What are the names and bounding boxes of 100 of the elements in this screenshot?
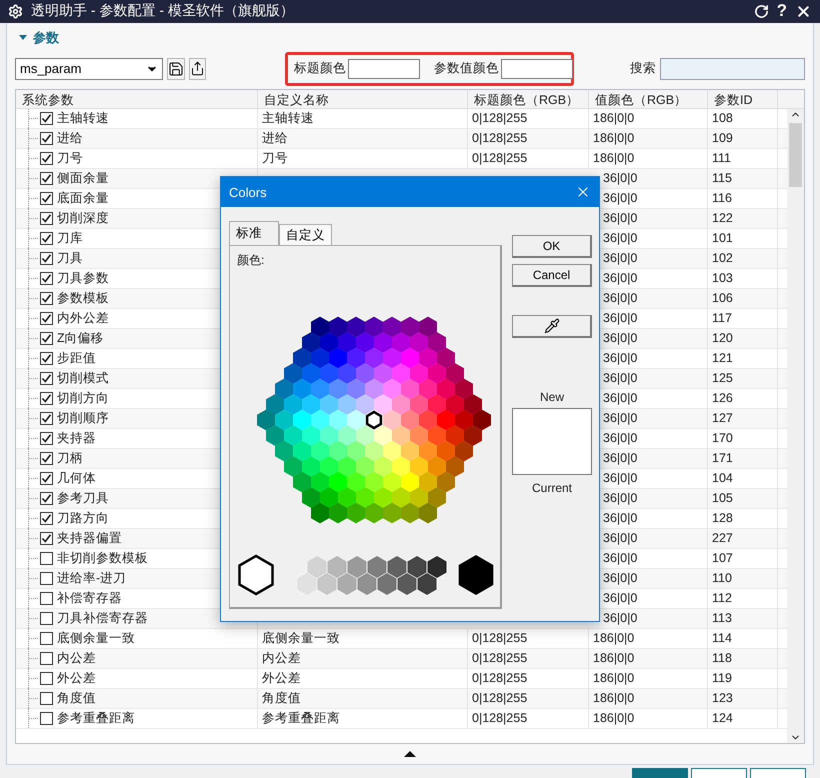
parameter-name: 刀号 bbox=[57, 150, 83, 166]
parameter-name: Z向偏移 bbox=[57, 330, 104, 346]
help-button[interactable]: ? bbox=[776, 1, 787, 22]
dialog-tab[interactable]: 自定义 bbox=[279, 224, 332, 245]
dialog-tab[interactable]: 标准 bbox=[229, 221, 279, 245]
parameter-name: 切削模式 bbox=[57, 370, 109, 386]
checkbox[interactable] bbox=[40, 512, 53, 524]
table-cell: 126 bbox=[712, 391, 733, 405]
table-cell: 115 bbox=[712, 171, 732, 185]
table-cell: 36|0|0 bbox=[603, 471, 638, 485]
checkbox[interactable] bbox=[40, 272, 53, 284]
checkbox[interactable] bbox=[40, 592, 53, 604]
checkbox[interactable] bbox=[40, 712, 53, 724]
footer-button[interactable] bbox=[691, 768, 747, 778]
checkbox[interactable] bbox=[40, 412, 53, 424]
table-cell: 36|0|0 bbox=[603, 351, 638, 365]
field-label: 标题颜色 bbox=[294, 60, 346, 77]
table-cell: 36|0|0 bbox=[603, 531, 638, 545]
input-field[interactable] bbox=[501, 58, 573, 78]
checkbox[interactable] bbox=[40, 232, 53, 244]
table-cell: 36|0|0 bbox=[603, 211, 638, 225]
template-dropdown[interactable]: ms_param bbox=[15, 58, 163, 80]
checkbox[interactable] bbox=[40, 672, 53, 684]
scrollbar-thumb[interactable] bbox=[789, 122, 802, 186]
parameter-name: 参考刀具 bbox=[57, 490, 109, 506]
parameter-name: 角度值 bbox=[57, 690, 96, 706]
checkbox[interactable] bbox=[40, 632, 53, 644]
table-cell: 186|0|0 bbox=[593, 131, 634, 145]
checkbox[interactable] bbox=[40, 252, 53, 264]
table-cell: 36|0|0 bbox=[603, 451, 638, 465]
column-header[interactable]: 参数ID bbox=[708, 90, 778, 108]
parameter-name: 参数模板 bbox=[57, 290, 109, 306]
checkbox[interactable] bbox=[40, 372, 53, 384]
parameter-name: 内外公差 bbox=[57, 310, 109, 326]
table-cell: 0|128|255 bbox=[472, 631, 528, 645]
parameter-name: 几何体 bbox=[57, 470, 96, 486]
parameter-name: 切削深度 bbox=[57, 210, 109, 226]
dialog-button[interactable]: Cancel bbox=[512, 264, 592, 287]
checkbox[interactable] bbox=[40, 392, 53, 404]
table-cell: 186|0|0 bbox=[593, 631, 634, 645]
table-cell: 0|128|255 bbox=[472, 711, 528, 725]
column-header[interactable]: 自定义名称 bbox=[258, 90, 468, 108]
parameter-name: 参考重叠距离 bbox=[57, 710, 135, 726]
export-button[interactable] bbox=[188, 58, 206, 80]
checkbox[interactable] bbox=[40, 112, 53, 124]
table-cell: 外公差 bbox=[262, 670, 301, 686]
checkbox[interactable] bbox=[40, 192, 53, 204]
column-header[interactable]: 值颜色（RGB） bbox=[589, 90, 708, 108]
parameter-name: 外公差 bbox=[57, 670, 96, 686]
checkbox[interactable] bbox=[40, 572, 53, 584]
scrollbar[interactable] bbox=[787, 108, 804, 742]
footer-button[interactable] bbox=[750, 768, 806, 778]
search-label: 搜索 bbox=[630, 60, 656, 77]
eyedropper-button[interactable] bbox=[512, 315, 592, 338]
checkbox[interactable] bbox=[40, 212, 53, 224]
checkbox[interactable] bbox=[40, 132, 53, 144]
save-button[interactable] bbox=[166, 58, 185, 80]
table-cell: 36|0|0 bbox=[603, 231, 638, 245]
checkbox[interactable] bbox=[40, 352, 53, 364]
checkbox[interactable] bbox=[40, 692, 53, 704]
table-cell: 112 bbox=[712, 591, 732, 605]
checkbox[interactable] bbox=[40, 312, 53, 324]
table-cell: 103 bbox=[712, 271, 733, 285]
table-cell: 36|0|0 bbox=[603, 251, 638, 265]
column-header[interactable]: 标题颜色（RGB） bbox=[468, 90, 589, 108]
table-cell: 123 bbox=[712, 691, 733, 705]
settings-icon[interactable] bbox=[8, 4, 23, 19]
eyedropper-icon bbox=[544, 318, 560, 334]
new-label: New bbox=[540, 390, 564, 404]
refresh-button[interactable] bbox=[754, 4, 769, 19]
table-cell: 186|0|0 bbox=[593, 651, 634, 665]
column-header[interactable]: 系统参数 bbox=[16, 90, 258, 108]
table-cell: 170 bbox=[712, 431, 733, 445]
checkbox[interactable] bbox=[40, 332, 53, 344]
checkbox[interactable] bbox=[40, 612, 53, 624]
checkbox[interactable] bbox=[40, 552, 53, 564]
table-cell: 108 bbox=[712, 111, 733, 125]
checkbox[interactable] bbox=[40, 152, 53, 164]
search-field[interactable] bbox=[660, 58, 805, 80]
input-field[interactable] bbox=[348, 58, 420, 78]
checkbox[interactable] bbox=[40, 452, 53, 464]
checkbox[interactable] bbox=[40, 472, 53, 484]
table-cell: 128 bbox=[712, 511, 733, 525]
checkbox[interactable] bbox=[40, 652, 53, 664]
parameter-name: 内公差 bbox=[57, 650, 96, 666]
table-cell: 121 bbox=[712, 351, 733, 365]
parameter-name: 主轴转速 bbox=[57, 110, 109, 126]
parameter-name: 刀柄 bbox=[57, 450, 83, 466]
collapse-arrow-icon[interactable] bbox=[404, 750, 416, 756]
checkbox[interactable] bbox=[40, 532, 53, 544]
section-header[interactable]: 参数 bbox=[15, 26, 805, 48]
checkbox[interactable] bbox=[40, 492, 53, 504]
checkbox[interactable] bbox=[40, 172, 53, 184]
parameter-name: 夹持器偏置 bbox=[57, 530, 122, 546]
table-cell: 36|0|0 bbox=[603, 371, 638, 385]
checkbox[interactable] bbox=[40, 432, 53, 444]
table-cell: 36|0|0 bbox=[603, 391, 638, 405]
table-cell: 171 bbox=[712, 451, 733, 465]
checkbox[interactable] bbox=[40, 292, 53, 304]
dialog-button[interactable]: OK bbox=[512, 235, 592, 258]
